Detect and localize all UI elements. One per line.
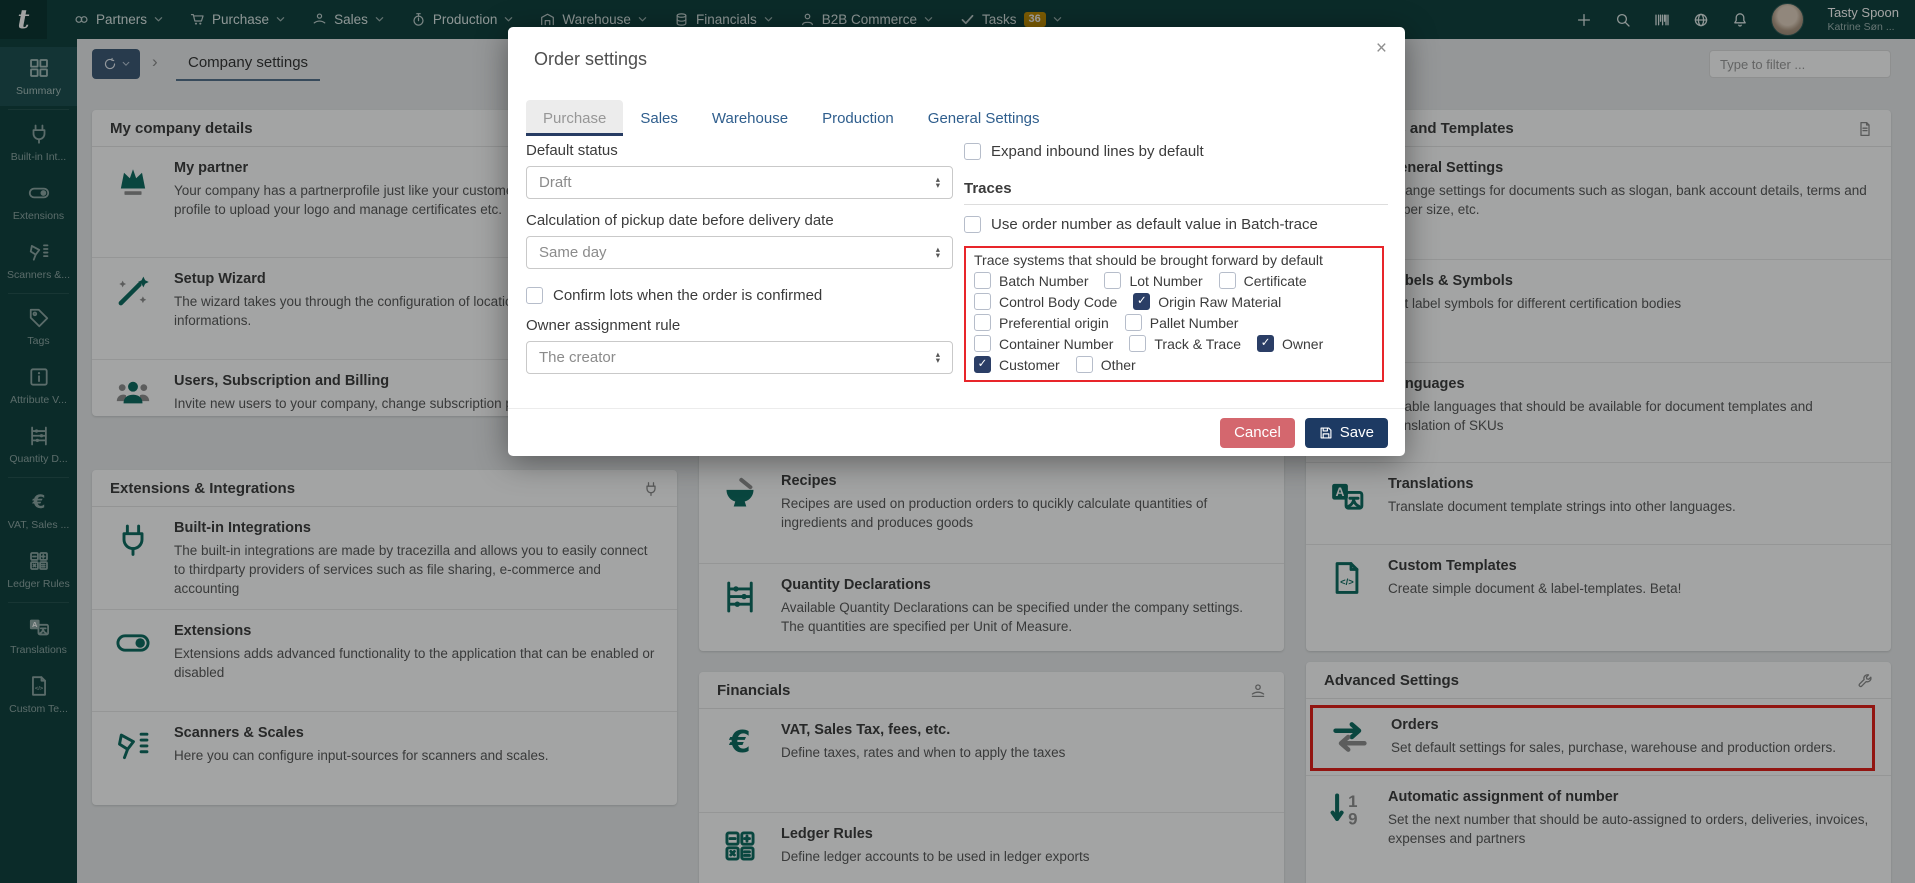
tab-warehouse[interactable]: Warehouse [695,100,805,136]
owner-rule-label: Owner assignment rule [526,317,681,334]
modal-title: Order settings [534,49,648,69]
modal-body: Default status Draft ▴ ▾ Calculation of p… [526,139,1388,382]
pickup-calc-label: Calculation of pickup date before delive… [526,212,834,229]
trace-systems-highlight-box: Trace systems that should be brought for… [964,246,1384,382]
confirm-lots-checkbox[interactable]: Confirm lots when the order is confirmed [526,287,953,304]
checkbox-box [974,356,991,373]
select-arrows-icon: ▴ ▾ [935,349,940,365]
trace-systems-title: Trace systems that should be brought for… [974,252,1323,268]
checkbox-box [974,293,991,310]
checkbox-box [1104,272,1122,289]
batch-trace-checkbox[interactable]: Use order number as default value in Bat… [964,216,1388,233]
checkbox-box [1075,356,1093,373]
tab-sales[interactable]: Sales [623,100,695,136]
modal-footer: Cancel Save [508,408,1405,456]
floppy-save-icon [1319,426,1333,440]
modal-tabs: Purchase Sales Warehouse Production General … [526,100,1057,136]
trace-option-lot-number[interactable]: Lot Number [1104,272,1203,289]
trace-option-other[interactable]: Other [1075,356,1136,373]
traces-heading: Traces [964,180,1012,197]
expand-inbound-checkbox[interactable]: Expand inbound lines by default [964,143,1388,160]
checkbox-box [974,335,991,352]
select-arrows-icon: ▴ ▾ [935,244,940,260]
checkbox-box [974,314,991,331]
select-arrows-icon: ▴ ▾ [935,174,940,190]
pickup-calc-select[interactable]: Same day ▴ ▾ [526,236,953,269]
tab-purchase[interactable]: Purchase [526,100,624,136]
checkbox-box [526,287,543,304]
divider [964,204,1388,205]
checkbox-box [1133,293,1151,310]
close-icon[interactable]: × [1376,38,1387,60]
trace-option-container-number[interactable]: Container Number [974,335,1113,352]
trace-option-customer[interactable]: Customer [974,356,1060,373]
trace-option-origin-raw-material[interactable]: Origin Raw Material [1133,293,1281,310]
tab-production[interactable]: Production [805,100,911,136]
checkbox-box [1218,272,1236,289]
default-status-select[interactable]: Draft ▴ ▾ [526,166,953,199]
trace-option-batch-number[interactable]: Batch Number [974,272,1088,289]
modal-left-column: Default status Draft ▴ ▾ Calculation of p… [526,139,953,382]
trace-option-control-body-code[interactable]: Control Body Code [974,293,1117,310]
modal-right-column: Expand inbound lines by default Traces U… [964,139,1388,382]
trace-option-owner[interactable]: Owner [1257,335,1323,352]
checkbox-box [1257,335,1275,352]
tab-general-settings[interactable]: General Settings [911,100,1057,136]
checkbox-box [1124,314,1142,331]
order-settings-modal: Order settings × Purchase Sales Warehouse P… [508,27,1405,456]
owner-rule-select[interactable]: The creator ▴ ▾ [526,341,953,374]
checkbox-box [964,216,981,233]
checkbox-box [974,272,991,289]
trace-option-track-trace[interactable]: Track & Trace [1129,335,1241,352]
checkbox-box [964,143,981,160]
default-status-label: Default status [526,142,618,159]
trace-systems-options: Batch Number Lot Number Certificate Control… [974,272,1374,373]
trace-option-pallet-number[interactable]: Pallet Number [1124,314,1238,331]
save-button[interactable]: Save [1304,417,1388,448]
trace-option-preferential-origin[interactable]: Preferential origin [974,314,1109,331]
application-window: t Partners Purchase Sales Production Warehou… [0,0,1915,883]
trace-option-certificate[interactable]: Certificate [1218,272,1307,289]
cancel-button[interactable]: Cancel [1220,417,1295,448]
checkbox-box [1129,335,1147,352]
